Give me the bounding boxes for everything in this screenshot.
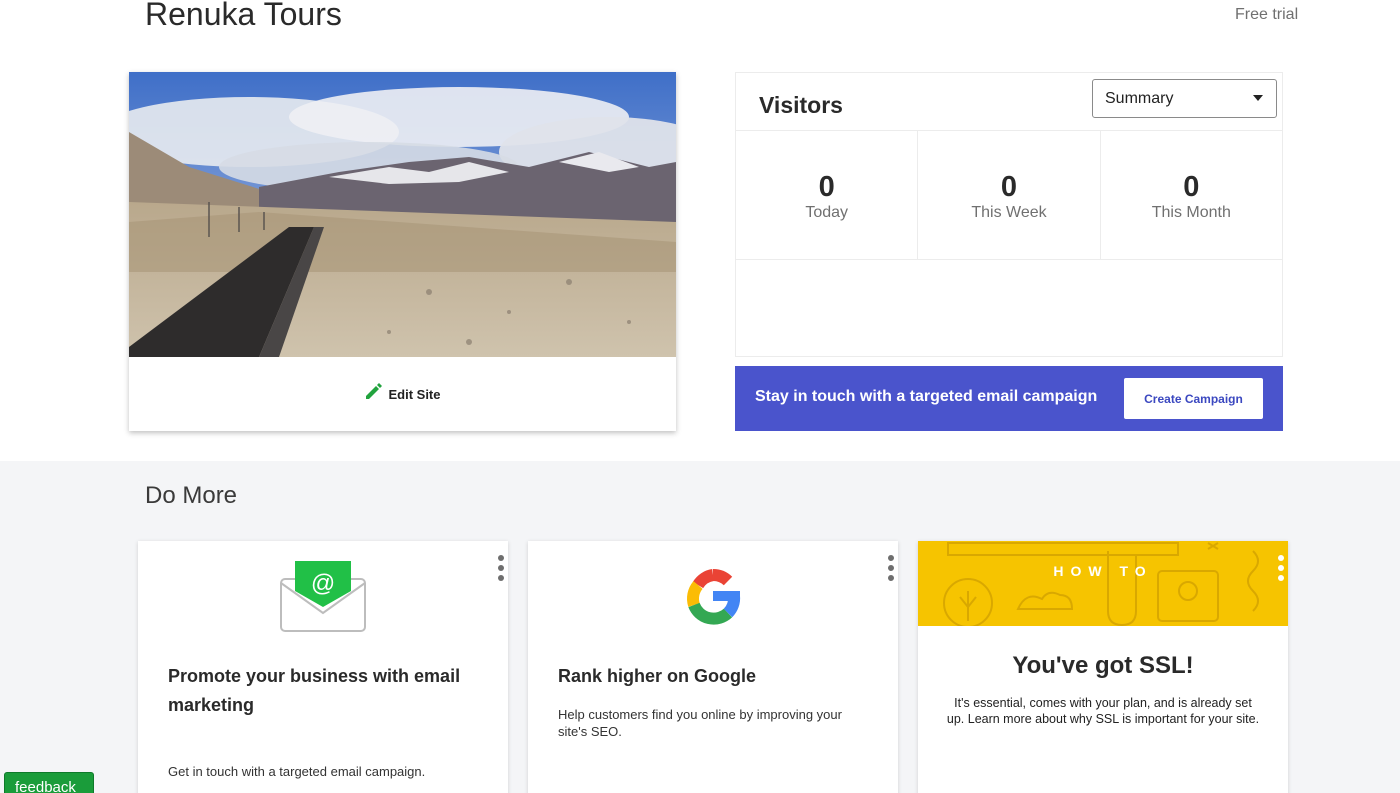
stat-value: 0 — [1183, 171, 1200, 203]
campaign-text: Stay in touch with a targeted email camp… — [755, 388, 1098, 405]
more-options-icon[interactable] — [498, 555, 504, 581]
summary-dropdown-value: Summary — [1105, 90, 1174, 107]
stat-label: This Month — [1151, 204, 1231, 221]
email-envelope-icon: @ — [279, 559, 367, 638]
feedback-button[interactable]: feedback — [4, 772, 94, 793]
header-section: Renuka Tours Free trial Edit Site Visito… — [0, 0, 1400, 461]
svg-text:@: @ — [311, 570, 335, 597]
card-title: Promote your business with email marketi… — [168, 666, 461, 715]
more-options-icon[interactable] — [1278, 555, 1284, 581]
visitors-title: Visitors — [759, 92, 843, 118]
email-marketing-card[interactable]: @ Promote your business with email marke… — [138, 541, 508, 793]
card-title: Rank higher on Google — [558, 666, 757, 686]
google-icon — [680, 563, 746, 634]
google-seo-card[interactable]: Rank higher on Google Help customers fin… — [528, 541, 898, 793]
site-preview-card: Edit Site — [129, 72, 676, 431]
chevron-down-icon — [1253, 95, 1263, 101]
stat-label: This Week — [971, 204, 1047, 221]
create-campaign-button[interactable]: Create Campaign — [1124, 378, 1263, 419]
card-title: You've got SSL! — [1012, 652, 1194, 679]
site-preview-image[interactable] — [129, 72, 676, 357]
howto-illustration — [943, 542, 1259, 626]
free-trial-label[interactable]: Free trial — [1235, 6, 1298, 24]
edit-site-button[interactable]: Edit Site — [129, 357, 676, 431]
ssl-howto-card[interactable]: HOW TO You've got SSL! It's essential, c… — [918, 541, 1288, 793]
stat-value: 0 — [818, 171, 835, 203]
section-title: Do More — [145, 482, 238, 509]
pencil-icon — [364, 382, 383, 406]
more-options-icon[interactable] — [888, 555, 894, 581]
howto-label: HOW TO — [1053, 563, 1153, 579]
visitor-stats: 0 Today 0 This Week 0 This Month — [736, 130, 1282, 260]
card-description: Help customers find you online by improv… — [558, 707, 842, 739]
page-title: Renuka Tours — [145, 0, 342, 32]
visitors-panel: Visitors Summary 0 Today 0 This Week 0 T… — [735, 72, 1283, 357]
howto-banner: HOW TO — [918, 541, 1288, 626]
stat-today: 0 Today — [736, 131, 919, 259]
card-description: It's essential, comes with your plan, an… — [946, 696, 1260, 726]
email-campaign-banner: Stay in touch with a targeted email camp… — [735, 366, 1283, 431]
stat-label: Today — [805, 204, 849, 221]
stat-this-month: 0 This Month — [1101, 131, 1282, 259]
do-more-section: Do More @ Promote your business with ema… — [0, 461, 1400, 793]
stat-this-week: 0 This Week — [918, 131, 1101, 259]
landscape-image — [129, 72, 676, 357]
edit-site-label: Edit Site — [388, 386, 441, 402]
summary-dropdown[interactable]: Summary — [1092, 79, 1277, 118]
stat-value: 0 — [1000, 171, 1018, 203]
card-description: Get in touch with a targeted email campa… — [168, 764, 426, 779]
